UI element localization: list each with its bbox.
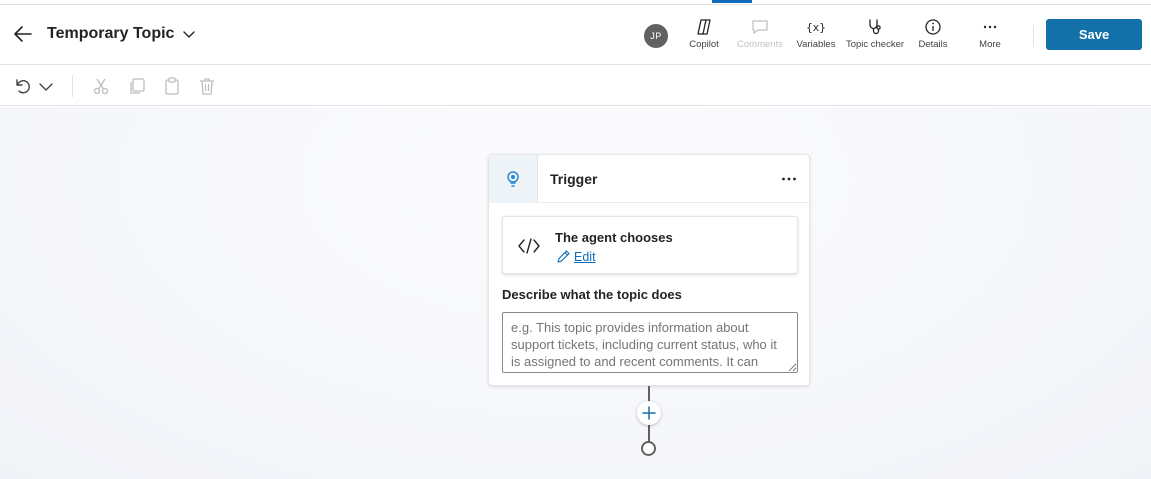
trigger-node[interactable]: Trigger The agent chooses Edit Describe …	[488, 154, 810, 386]
agent-chooses-card: The agent chooses Edit	[502, 216, 798, 274]
description-input[interactable]	[502, 312, 798, 373]
add-node-button[interactable]	[637, 401, 661, 425]
delete-icon[interactable]	[197, 76, 217, 96]
trigger-icon-box	[489, 155, 538, 203]
node-more-icon[interactable]	[779, 169, 799, 189]
plus-icon	[642, 406, 656, 420]
page-title: Temporary Topic	[47, 25, 175, 42]
top-tab-strip	[0, 0, 1151, 5]
flow-end-node	[641, 441, 656, 456]
variables-button[interactable]: {x} Variables	[795, 18, 837, 54]
topic-checker-label: Topic checker	[845, 39, 905, 50]
paste-icon[interactable]	[162, 76, 182, 96]
more-label: More	[979, 39, 1001, 50]
authoring-canvas[interactable]: Trigger The agent chooses Edit Describe …	[0, 107, 1151, 479]
more-horizontal-icon	[983, 25, 997, 29]
comment-icon	[752, 20, 768, 34]
trigger-lightbulb-icon	[507, 171, 519, 187]
toolbar-divider	[72, 75, 73, 97]
copy-icon[interactable]	[127, 76, 147, 96]
copilot-label: Copilot	[689, 39, 719, 50]
details-label: Details	[918, 39, 948, 50]
comments-button[interactable]: Comments	[734, 18, 786, 54]
copilot-button[interactable]: Copilot	[686, 18, 722, 54]
description-label: Describe what the topic does	[502, 287, 682, 302]
back-arrow-icon[interactable]	[12, 23, 34, 45]
stethoscope-icon	[869, 19, 881, 35]
code-icon	[518, 238, 540, 254]
save-button[interactable]: Save	[1046, 19, 1142, 50]
pencil-icon	[557, 250, 570, 263]
edit-toolbar	[0, 66, 1151, 106]
topic-header: Temporary Topic JP Copilot Comments {x} …	[0, 6, 1151, 65]
title-chevron-down-icon[interactable]	[181, 26, 197, 42]
edit-link[interactable]: Edit	[556, 249, 596, 264]
topic-checker-button[interactable]: Topic checker	[843, 18, 907, 54]
agent-chooses-title: The agent chooses	[555, 230, 673, 245]
trigger-node-title: Trigger	[550, 171, 598, 187]
undo-dropdown-chevron-icon[interactable]	[36, 76, 56, 96]
svg-text:{x}: {x}	[807, 21, 825, 34]
info-icon	[925, 19, 941, 35]
edit-link-label: Edit	[574, 249, 596, 264]
variables-label: Variables	[796, 39, 836, 50]
header-divider	[1033, 25, 1034, 47]
trigger-node-header: Trigger	[489, 155, 809, 203]
comments-label: Comments	[737, 39, 783, 50]
variables-icon: {x}	[807, 21, 825, 34]
cut-icon[interactable]	[91, 76, 111, 96]
details-button[interactable]: Details	[914, 18, 952, 54]
user-avatar[interactable]: JP	[644, 24, 668, 48]
active-tab-indicator	[712, 0, 752, 3]
copilot-icon	[697, 19, 711, 35]
more-button[interactable]: More	[972, 18, 1008, 54]
undo-icon[interactable]	[12, 76, 32, 96]
